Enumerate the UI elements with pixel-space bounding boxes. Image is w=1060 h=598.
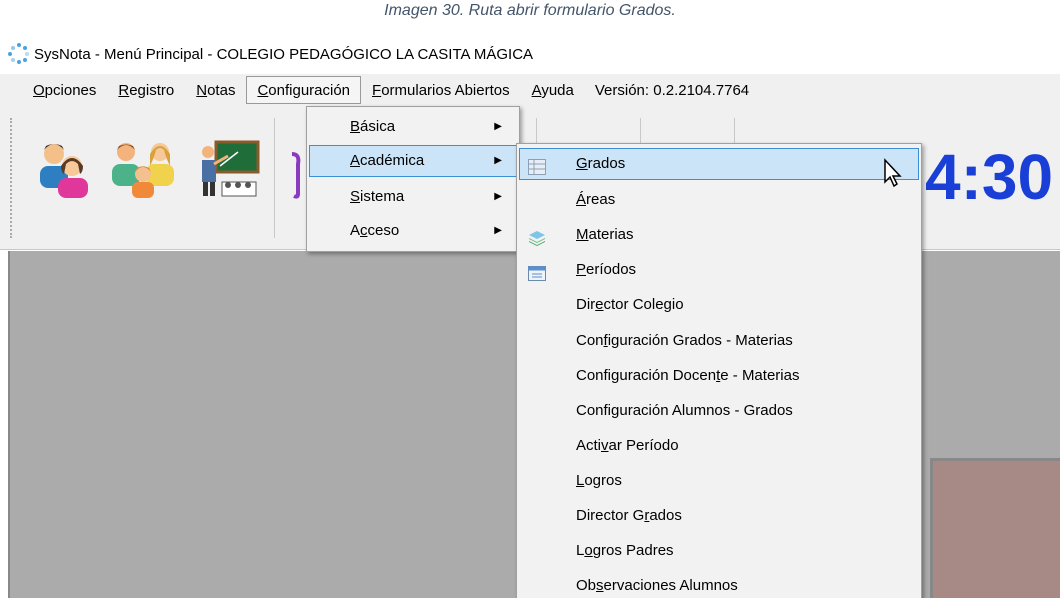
menu-item-director-colegio[interactable]: Director Colegio	[519, 289, 919, 321]
menu-item-materias[interactable]: Materias	[519, 219, 919, 251]
app-spinner-icon	[8, 43, 30, 65]
toolbar-separator	[274, 118, 275, 238]
menu-item-config-grados-materias[interactable]: Configuración Grados - Materias	[519, 325, 919, 357]
window-titlebar: SysNota - Menú Principal - COLEGIO PEDAG…	[8, 40, 533, 68]
submenu-arrow-icon: ▶	[494, 155, 502, 166]
menu-item-activar-periodo[interactable]: Activar Período	[519, 430, 919, 462]
configuracion-dropdown: Básica ▶ Académica ▶ Sistema ▶ Acceso ▶	[306, 106, 520, 252]
version-label: Versión: 0.2.2104.7764	[594, 81, 750, 99]
window-title: SysNota - Menú Principal - COLEGIO PEDAG…	[34, 45, 534, 63]
figure-caption: Imagen 30. Ruta abrir formulario Grados.	[384, 2, 676, 19]
students-icon[interactable]	[106, 138, 182, 202]
menu-item-academica[interactable]: Académica ▶	[309, 145, 517, 177]
menu-ayuda[interactable]: Ayuda	[521, 76, 585, 104]
layers-icon	[528, 227, 546, 257]
mouse-pointer-icon	[883, 158, 905, 192]
calendar-icon	[528, 262, 546, 292]
menu-item-config-alumnos-grados[interactable]: Configuración Alumnos - Grados	[519, 395, 919, 427]
academica-submenu: Grados Áreas Materias Períodos Director …	[516, 143, 922, 598]
menu-item-logros[interactable]: Logros	[519, 465, 919, 497]
clock-display: 4:30	[925, 141, 1054, 213]
menu-item-grados[interactable]: Grados	[519, 148, 919, 180]
menu-registro[interactable]: Registro	[107, 76, 185, 104]
submenu-arrow-icon: ▶	[494, 121, 502, 132]
menu-item-areas[interactable]: Áreas	[519, 184, 919, 216]
menu-bar: Opciones Registro Notas Configuración Fo…	[0, 74, 1060, 106]
menu-notas[interactable]: Notas	[185, 76, 246, 104]
toolbar-grip[interactable]	[10, 118, 13, 238]
grid-icon	[528, 156, 546, 186]
menu-item-config-docente-materias[interactable]: Configuración Docente - Materias	[519, 360, 919, 392]
menu-item-director-grados[interactable]: Director Grados	[519, 500, 919, 532]
menu-item-basica[interactable]: Básica ▶	[309, 111, 517, 143]
menu-configuracion[interactable]: Configuración	[246, 76, 362, 104]
menu-item-periodos[interactable]: Períodos	[519, 254, 919, 286]
teacher-icon[interactable]	[198, 138, 260, 202]
partial-tool-icon[interactable]	[286, 150, 306, 204]
background-shape	[930, 458, 1060, 598]
menu-formularios-abiertos[interactable]: Formularios Abiertos	[361, 76, 521, 104]
menu-item-logros-padres[interactable]: Logros Padres	[519, 535, 919, 567]
menu-item-acceso[interactable]: Acceso ▶	[309, 215, 517, 247]
parents-icon[interactable]	[34, 138, 94, 202]
menu-item-observaciones-alumnos[interactable]: Observaciones Alumnos	[519, 570, 919, 598]
submenu-arrow-icon: ▶	[494, 225, 502, 236]
menu-opciones[interactable]: Opciones	[22, 76, 107, 104]
submenu-arrow-icon: ▶	[494, 191, 502, 202]
menu-item-sistema[interactable]: Sistema ▶	[309, 181, 517, 213]
